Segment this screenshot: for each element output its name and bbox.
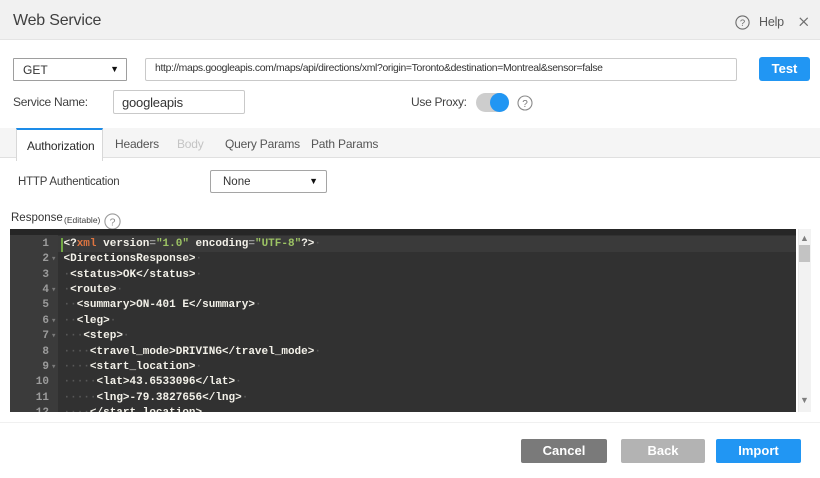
svg-text:?: ? [522, 99, 528, 110]
svg-text:?: ? [740, 18, 745, 29]
svg-text:?: ? [109, 217, 115, 229]
